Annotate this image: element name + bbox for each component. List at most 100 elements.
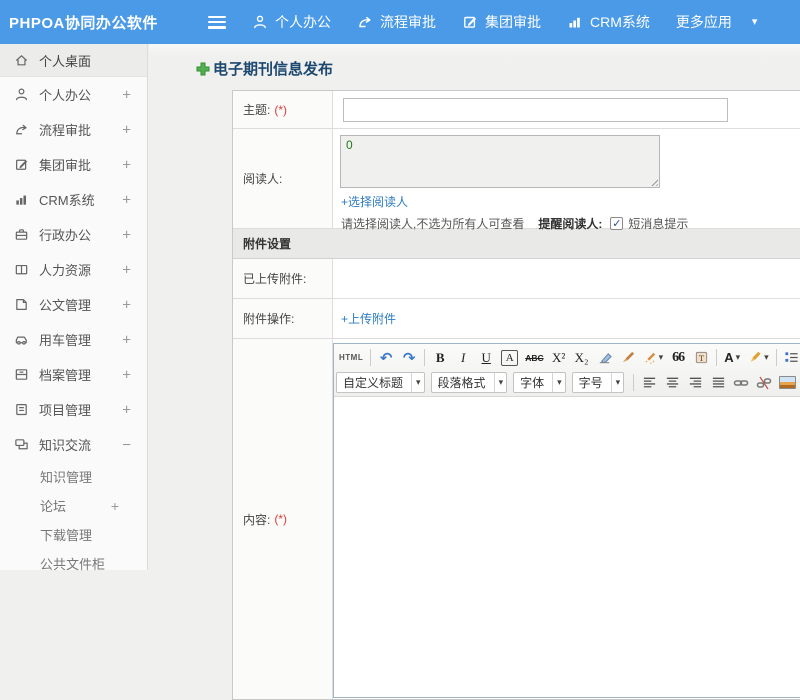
redo-icon[interactable]: ↷ [398,347,420,368]
font-family-select[interactable]: 字体 ▾ [513,372,566,393]
editor-content-area[interactable] [334,397,800,697]
undo-icon[interactable]: ↶ [375,347,397,368]
expand-plus-icon[interactable]: + [122,261,131,278]
nav-more-apps[interactable]: 更多应用 [676,12,732,32]
align-right-icon[interactable] [684,372,706,393]
expand-plus-icon[interactable]: + [122,86,131,103]
align-left-icon[interactable] [638,372,660,393]
align-center-icon[interactable] [661,372,683,393]
expand-plus-icon[interactable]: + [122,156,131,173]
expand-plus-icon[interactable]: + [122,191,131,208]
quick-format-icon[interactable]: ▾ [640,347,667,368]
superscript-button[interactable]: X² [548,347,570,368]
sidebar-item-group-approval[interactable]: 集团审批 + [0,147,147,182]
readers-row: 阅读人: 0 +选择阅读人 请选择阅读人,不选为所有人可查看 提醒阅读人: ✓ … [233,129,800,231]
chevron-down-icon: ▾ [735,352,741,362]
underline-button[interactable]: U [475,347,497,368]
sidebar: 个人桌面 个人办公 + 流程审批 + 集团审批 + CRM系统 + 行政办公 +… [0,44,148,572]
subscript-button[interactable]: X₂ [571,347,593,368]
unlink-icon[interactable] [753,372,775,393]
page-header: 电子期刊信息发布 [196,58,333,79]
sidebar-item-archive-management[interactable]: 档案管理 + [0,357,147,392]
attachment-actions-row: 附件操作: +上传附件 [233,299,800,339]
font-style-button[interactable]: A [501,349,519,366]
html-source-button[interactable]: HTML [336,347,366,368]
expand-plus-icon[interactable]: + [122,121,131,138]
expand-plus-icon[interactable]: + [122,296,131,313]
ordered-list-icon[interactable]: ▾ [781,347,800,368]
remind-readers-label: 提醒阅读人: [538,217,603,231]
highlight-color-icon[interactable]: ▾ [744,347,772,368]
insert-image-icon[interactable] [779,376,797,389]
italic-button[interactable]: I [452,347,474,368]
sidebar-item-vehicle-management[interactable]: 用车管理 + [0,322,147,357]
expand-plus-icon[interactable]: + [122,331,131,348]
sidebar-subitem-label: 知识管理 [40,470,93,485]
collapse-minus-icon[interactable]: − [122,436,131,453]
toolbar-row-2: 自定义标题 ▾ 段落格式 ▾ 字体 ▾ 字号 ▾ [336,370,800,395]
sidebar-item-project-management[interactable]: 项目管理 + [0,392,147,427]
chevron-down-icon: ▾ [658,352,664,362]
toolbar-row-1: HTML ↶ ↷ B I U A ABC X² X₂ ▾ 66 T A ▾ ▾ [336,345,800,370]
sidebar-subitem-label: 公共文件柜 [40,557,106,572]
custom-title-select[interactable]: 自定义标题 ▾ [336,372,425,393]
font-size-select[interactable]: 字号 ▾ [571,372,625,393]
sidebar-subitem-label: 论坛 [40,499,67,514]
hamburger-menu-icon[interactable] [208,15,226,29]
readers-value: 0 [346,138,353,152]
nav-workflow-approval[interactable]: 流程审批 [357,12,436,32]
expand-plus-icon[interactable]: + [122,401,131,418]
sidebar-subitem-label: 下载管理 [40,528,93,543]
font-color-button[interactable]: A ▾ [721,347,743,368]
strikethrough-button[interactable]: ABC [522,347,546,368]
attachment-section-header: 附件设置 [233,229,800,259]
uploaded-attachments-value [333,259,800,298]
sidebar-item-document-management[interactable]: 公文管理 + [0,287,147,322]
uploaded-attachments-row: 已上传附件: [233,259,800,299]
link-icon[interactable] [730,372,752,393]
blockquote-button[interactable]: 66 [667,347,689,368]
align-justify-icon[interactable] [707,372,729,393]
sidebar-item-admin-office[interactable]: 行政办公 + [0,217,147,252]
briefcase-icon [14,227,29,242]
subject-input[interactable] [343,98,728,122]
sidebar-subitem-forum[interactable]: 论坛 + [0,491,147,520]
paste-from-word-icon[interactable]: T [690,347,712,368]
select-readers-link[interactable]: +选择阅读人 [341,195,408,209]
sidebar-item-workflow-approval[interactable]: 流程审批 + [0,112,147,147]
bold-button[interactable]: B [429,347,451,368]
sidebar-item-knowledge-exchange[interactable]: 知识交流 − [0,427,147,462]
nav-crm-system[interactable]: CRM系统 [567,12,650,32]
book-icon [14,262,29,277]
upload-attachment-link[interactable]: +上传附件 [341,310,396,327]
chevron-down-icon[interactable]: ▾ [752,16,758,28]
uploaded-attachments-label: 已上传附件: [233,259,333,298]
format-brush-icon[interactable] [617,347,639,368]
expand-plus-icon[interactable]: + [122,366,131,383]
readers-label: 阅读人: [233,129,333,228]
content-row: 内容: (*) HTML ↶ ↷ B I U A ABC X² X₂ ▾ 66 … [233,339,800,699]
sidebar-subitem-download-management[interactable]: 下载管理 [0,520,147,549]
sidebar-item-crm-system[interactable]: CRM系统 + [0,182,147,217]
nav-group-approval[interactable]: 集团审批 [462,12,541,32]
readers-textarea[interactable]: 0 [340,135,660,188]
workflow-icon [357,14,373,30]
expand-plus-icon[interactable]: + [122,226,131,243]
person-icon [14,87,29,102]
expand-plus-icon[interactable]: + [111,498,119,514]
check-icon: ✓ [612,218,622,230]
sms-checkbox[interactable]: ✓ [610,217,624,230]
nav-label: 集团审批 [485,14,541,30]
sidebar-subitem-knowledge-management[interactable]: 知识管理 [0,462,147,491]
paragraph-format-select[interactable]: 段落格式 ▾ [430,372,508,393]
sidebar-subitem-public-file-cabinet[interactable]: 公共文件柜 [0,549,147,578]
chevron-down-icon: ▾ [764,352,769,362]
nav-personal-office[interactable]: 个人办公 [252,12,331,32]
sidebar-item-personal-office[interactable]: 个人办公 + [0,77,147,112]
resize-grip-icon[interactable] [649,177,658,186]
eraser-icon[interactable] [594,347,616,368]
sidebar-item-personal-desktop[interactable]: 个人桌面 [0,44,147,77]
readers-note-text: 请选择阅读人,不选为所有人可查看 [341,217,525,231]
sidebar-item-human-resources[interactable]: 人力资源 + [0,252,147,287]
chat-bubbles-icon [14,437,29,452]
